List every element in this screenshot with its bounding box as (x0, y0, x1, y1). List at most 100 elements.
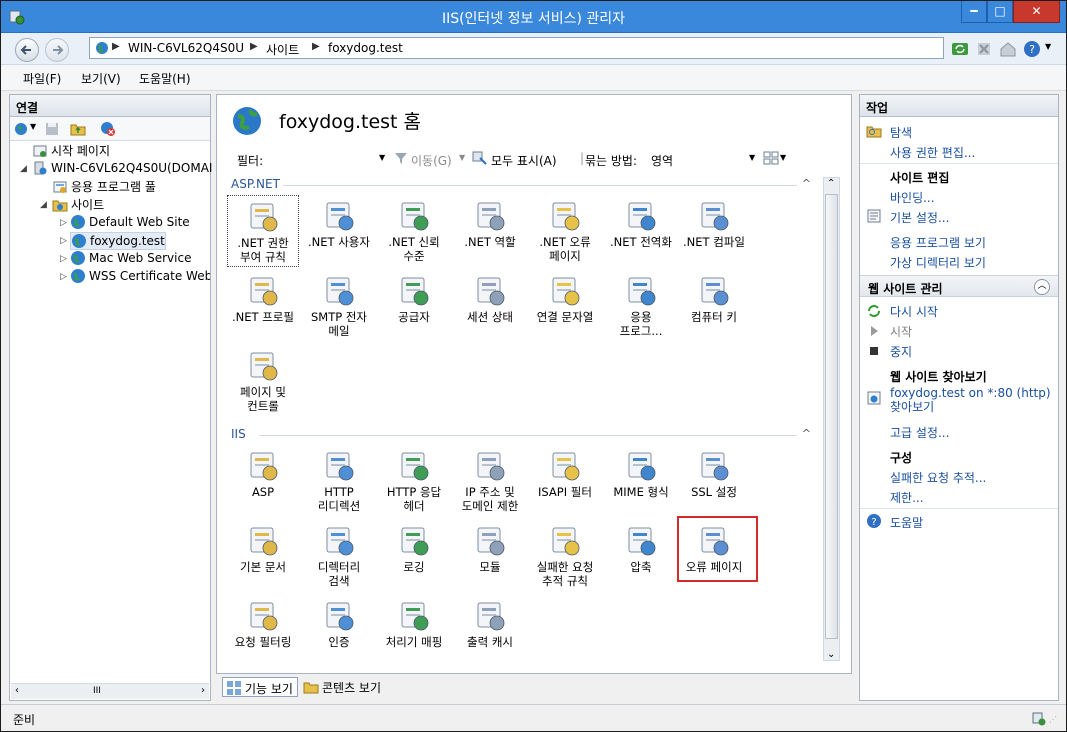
move-button[interactable]: 이동(G) (411, 152, 452, 169)
group-header-aspnet[interactable]: ASP.NET ^ (231, 177, 815, 193)
menu-help[interactable]: 도움말(H) (139, 70, 191, 87)
feature-tile[interactable]: .NET 권한 부여 규칙 (227, 195, 299, 267)
group-collapse-icon[interactable]: ^ (802, 427, 811, 440)
tree-default-web-site[interactable]: Default Web Site (70, 214, 190, 232)
feature-tile[interactable]: .NET 사용자 (303, 195, 375, 267)
feature-tile[interactable]: 처리기 매핑 (378, 595, 450, 661)
action-limits[interactable]: 제한... (890, 489, 924, 506)
action-view-applications[interactable]: 응용 프로그램 보기 (890, 234, 986, 251)
tree-mac-web-service[interactable]: Mac Web Service (70, 250, 191, 268)
maximize-button[interactable]: □ (987, 1, 1013, 23)
tree-app-pools[interactable]: 응용 프로그램 풀 (52, 178, 156, 196)
forward-button[interactable] (45, 38, 69, 62)
stop-icon[interactable] (975, 40, 993, 58)
feature-tile[interactable]: .NET 역할 (454, 195, 526, 267)
feature-tile[interactable]: .NET 신뢰 수준 (378, 195, 450, 267)
crumb-site[interactable]: foxydog.test (328, 41, 403, 55)
action-advanced-settings[interactable]: 고급 설정... (890, 424, 949, 441)
crumb-sites[interactable]: 사이트 (266, 41, 299, 58)
feature-tile[interactable]: 실패한 요청 추적 규칙 (529, 520, 601, 592)
group-header-iis[interactable]: IIS ^ (231, 427, 815, 443)
feature-tile[interactable]: 로깅 (378, 520, 450, 592)
action-stop[interactable]: 중지 (890, 343, 912, 360)
scroll-thumb[interactable] (825, 194, 838, 639)
help-dropdown-icon[interactable]: ▼ (1045, 42, 1051, 51)
tree-foxydog-test[interactable]: foxydog.test (70, 232, 166, 250)
feature-tile[interactable]: 디렉터리 검색 (303, 520, 375, 592)
vertical-scrollbar[interactable]: ⌃ ⌄ (823, 177, 840, 661)
feature-tile[interactable]: 응용 프로그... (605, 270, 677, 342)
feature-tile[interactable]: SMTP 전자 메일 (303, 270, 375, 342)
action-start[interactable]: 시작 (890, 323, 912, 340)
action-failed-request-tracing[interactable]: 실패한 요청 추적... (890, 469, 986, 486)
save-icon[interactable] (44, 121, 60, 137)
show-all-button[interactable]: 모두 표시(A) (491, 152, 557, 169)
refresh-icon[interactable] (951, 40, 969, 58)
feature-tile[interactable]: ISAPI 필터 (529, 445, 601, 517)
collapse-arrow-icon[interactable]: ◢ (40, 200, 47, 210)
connect-dropdown-icon[interactable]: ▼ (30, 122, 36, 131)
title-bar[interactable]: IIS(인터넷 정보 서비스) 관리자 ━ □ ✕ (1, 1, 1066, 33)
feature-tile[interactable]: 압축 (605, 520, 677, 592)
connect-icon[interactable] (14, 121, 30, 137)
move-dropdown-icon[interactable]: ▼ (459, 153, 465, 162)
minimize-button[interactable]: ━ (961, 1, 987, 23)
tab-features-view[interactable]: 기능 보기 (222, 677, 298, 697)
menu-view[interactable]: 보기(V) (81, 70, 121, 87)
scroll-right-icon[interactable]: › (201, 685, 205, 696)
feature-tile[interactable]: 연결 문자열 (529, 270, 601, 342)
scroll-left-icon[interactable]: ‹ (15, 685, 19, 696)
action-bindings[interactable]: 바인딩... (890, 189, 935, 206)
expand-arrow-icon[interactable]: ▷ (60, 236, 67, 246)
close-button[interactable]: ✕ (1013, 1, 1060, 23)
collapse-arrow-icon[interactable]: ◢ (20, 164, 27, 174)
disconnect-icon[interactable] (100, 121, 116, 137)
feature-tile[interactable]: 세션 상태 (454, 270, 526, 342)
collapse-chevron-icon[interactable]: ︿ (1034, 279, 1050, 295)
group-by-dropdown-icon[interactable]: ▼ (749, 153, 755, 162)
scroll-up-icon[interactable]: ⌃ (827, 178, 835, 189)
feature-tile[interactable]: 출력 캐시 (454, 595, 526, 661)
expand-arrow-icon[interactable]: ▷ (60, 254, 67, 264)
address-breadcrumb[interactable]: ▶ WIN-C6VL62Q4S0U ▶ 사이트 ▶ foxydog.test (89, 37, 944, 59)
feature-tile[interactable]: 요청 필터링 (227, 595, 299, 661)
feature-tile[interactable]: HTTP 응답 헤더 (378, 445, 450, 517)
filter-dropdown-icon[interactable]: ▼ (379, 153, 385, 162)
expand-arrow-icon[interactable]: ▷ (60, 218, 67, 228)
menu-file[interactable]: 파일(F) (23, 70, 61, 87)
back-button[interactable] (15, 38, 39, 62)
feature-tile[interactable]: ASP (227, 445, 299, 517)
action-basic-settings[interactable]: 기본 설정... (890, 209, 949, 226)
feature-tile[interactable]: IP 주소 및 도메인 제한 (454, 445, 526, 517)
feature-tile[interactable]: MIME 형식 (605, 445, 677, 517)
feature-tile[interactable]: .NET 컴파일 (678, 195, 750, 267)
view-mode-dropdown-icon[interactable]: ▼ (780, 153, 786, 162)
feature-tile[interactable]: .NET 오류 페이지 (529, 195, 601, 267)
tab-content-view[interactable]: 콘텐츠 보기 (300, 677, 385, 697)
scroll-down-icon[interactable]: ⌄ (827, 649, 835, 660)
group-by-select[interactable]: 영역 (647, 149, 759, 169)
tree-server[interactable]: WIN-C6VL62Q4S0U(DOMAI (32, 160, 212, 178)
feature-tile[interactable]: 컴퓨터 키 (678, 270, 750, 342)
action-explore[interactable]: 탐색 (890, 124, 912, 141)
filter-input[interactable] (273, 149, 393, 169)
up-folder-icon[interactable] (70, 121, 86, 137)
resize-grip-icon[interactable]: ⋰ (1049, 715, 1057, 724)
action-help[interactable]: 도움말 (890, 514, 923, 531)
scroll-thumb-grip[interactable]: III (93, 686, 101, 696)
feature-tile[interactable]: .NET 프로필 (227, 270, 299, 342)
feature-tile[interactable]: .NET 전역화 (605, 195, 677, 267)
feature-tile[interactable]: SSL 설정 (678, 445, 750, 517)
feature-tile[interactable]: 기본 문서 (227, 520, 299, 592)
help-icon[interactable]: ? (1023, 40, 1041, 58)
feature-tile[interactable]: HTTP 리디렉션 (303, 445, 375, 517)
feature-tile[interactable]: 인증 (303, 595, 375, 661)
feature-tile[interactable]: 공급자 (378, 270, 450, 342)
feature-tile[interactable]: 페이지 및 컨트롤 (227, 345, 299, 417)
view-mode-icon[interactable] (763, 151, 779, 165)
action-edit-permissions[interactable]: 사용 권한 편집... (890, 144, 975, 161)
tree-sites[interactable]: 사이트 (52, 196, 104, 214)
action-browse-site[interactable]: foxydog.test on *:80 (http) 찾아보기 (890, 386, 1056, 414)
tree-wss-certificate[interactable]: WSS Certificate Web S (70, 268, 210, 286)
action-view-virtual-directories[interactable]: 가상 디렉터리 보기 (890, 254, 986, 271)
